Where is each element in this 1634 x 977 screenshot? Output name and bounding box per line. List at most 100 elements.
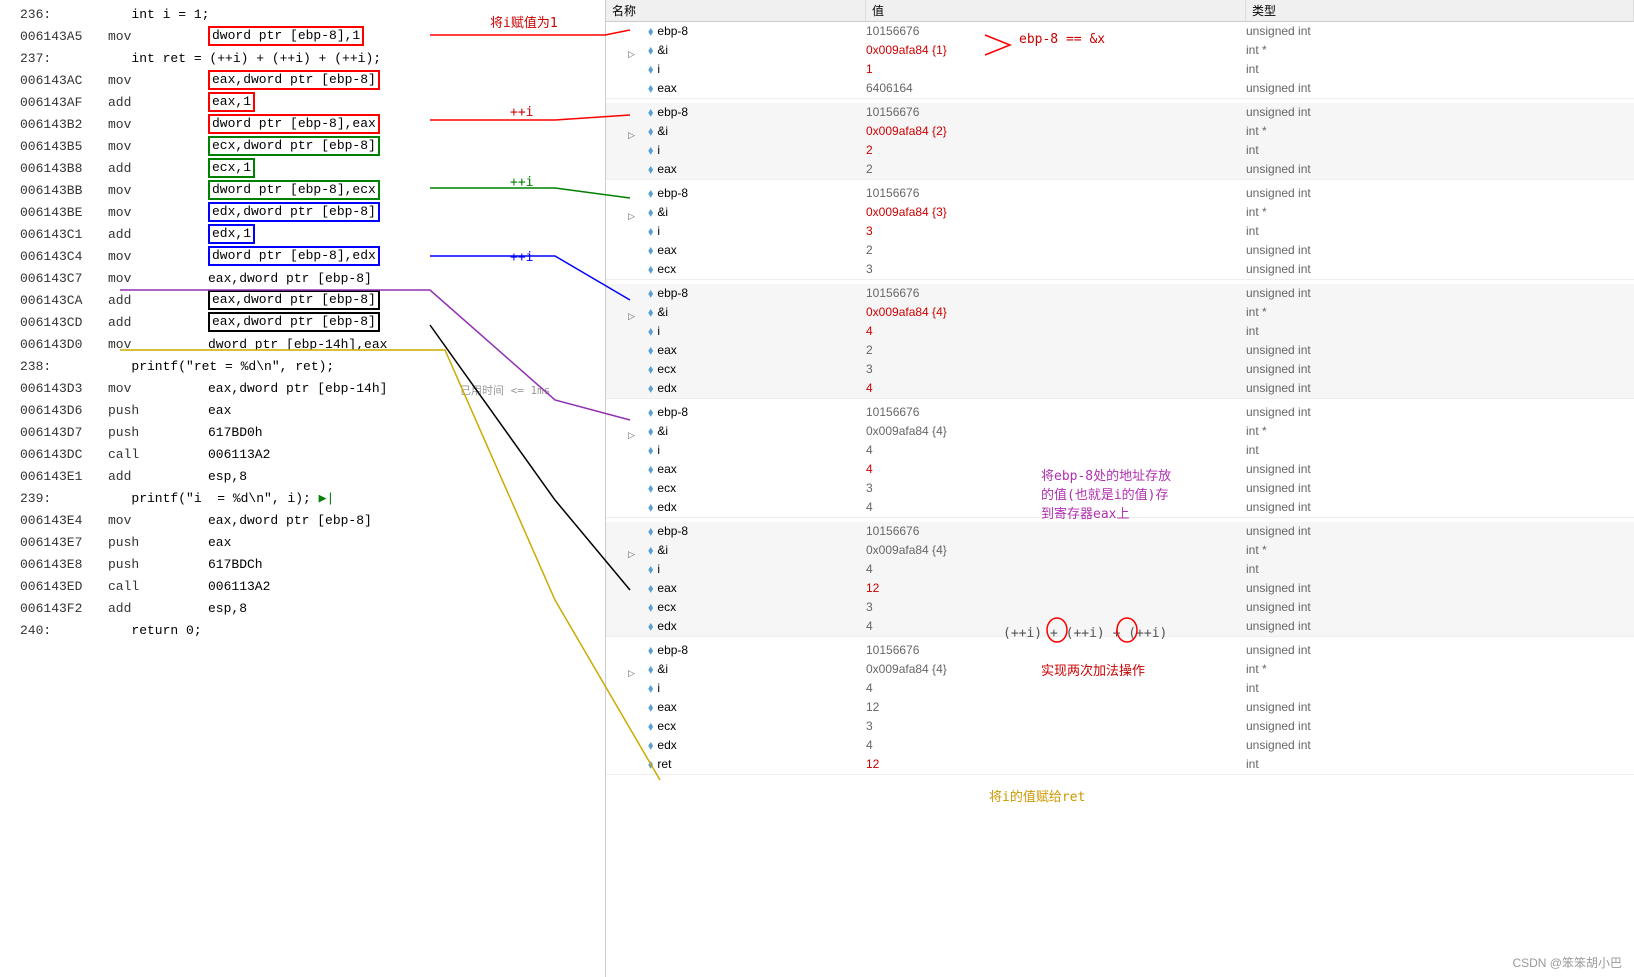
asm-line[interactable]: 006143F2 addesp,8	[20, 598, 605, 620]
watch-row[interactable]: ⬧edx4unsigned int	[606, 736, 1634, 755]
asm-line[interactable]: 006143CA addeax,dword ptr [ebp-8]	[20, 290, 605, 312]
addr: 006143E4	[20, 510, 108, 532]
watch-row[interactable]: ⬧eax2unsigned int	[606, 160, 1634, 179]
operands: esp,8	[208, 466, 247, 488]
variable-icon: ⬧	[648, 324, 653, 338]
operands: edx,1	[208, 224, 255, 244]
operands: ecx,dword ptr [ebp-8]	[208, 136, 380, 156]
operands: 006113A2	[208, 444, 270, 466]
watch-row[interactable]: ⬧i4int	[606, 560, 1634, 579]
watch-row[interactable]: ⬧ecx3unsigned int	[606, 260, 1634, 279]
source-line[interactable]: 237: int ret = (++i) + (++i) + (++i);	[20, 48, 605, 70]
operands: eax	[208, 400, 231, 422]
watch-row[interactable]: ⬧ret12int	[606, 755, 1634, 774]
watch-row[interactable]: ⬧i2int	[606, 141, 1634, 160]
watch-value: 4	[866, 736, 1246, 755]
watch-row[interactable]: ⬧ebp-810156676unsigned int	[606, 403, 1634, 422]
asm-line[interactable]: 006143D6 pusheax	[20, 400, 605, 422]
watch-row[interactable]: ⬧ecx3unsigned int	[606, 598, 1634, 617]
watch-row[interactable]: ▷⬧&i0x009afa84 {4}int *	[606, 422, 1634, 441]
watch-value: 4	[866, 322, 1246, 341]
src-text: int i = 1;	[108, 4, 209, 26]
watch-row[interactable]: ⬧i4int	[606, 441, 1634, 460]
operands: eax,dword ptr [ebp-8]	[208, 70, 380, 90]
watermark: CSDN @笨笨胡小巴	[1512, 954, 1622, 971]
watch-row[interactable]: ⬧ebp-810156676unsigned int	[606, 284, 1634, 303]
variable-icon: ⬧	[648, 81, 653, 95]
addr: 006143D3	[20, 378, 108, 400]
watch-name: ▷⬧&i	[606, 203, 866, 222]
asm-line[interactable]: 006143AC moveax,dword ptr [ebp-8]	[20, 70, 605, 92]
asm-line[interactable]: 006143E1 addesp,8	[20, 466, 605, 488]
watch-name: ⬧edx	[606, 498, 866, 517]
addr: 236:	[20, 4, 108, 26]
col-type-header[interactable]: 类型	[1246, 0, 1634, 21]
watch-row[interactable]: ▷⬧&i0x009afa84 {1}int *	[606, 41, 1634, 60]
watch-group: ⬧ebp-810156676unsigned int▷⬧&i0x009afa84…	[606, 103, 1634, 180]
asm-line[interactable]: 006143B5 movecx,dword ptr [ebp-8]	[20, 136, 605, 158]
watch-row[interactable]: ⬧eax2unsigned int	[606, 241, 1634, 260]
source-line[interactable]: 238: printf("ret = %d\n", ret);	[20, 356, 605, 378]
watch-row[interactable]: ▷⬧&i0x009afa84 {2}int *	[606, 122, 1634, 141]
watch-row[interactable]: ⬧i3int	[606, 222, 1634, 241]
watch-name: ▷⬧&i	[606, 303, 866, 322]
asm-line[interactable]: 006143BE movedx,dword ptr [ebp-8]	[20, 202, 605, 224]
watch-type: unsigned int	[1246, 522, 1634, 541]
addr: 006143D7	[20, 422, 108, 444]
variable-icon: ⬧	[648, 43, 653, 57]
watch-name: ▷⬧&i	[606, 660, 866, 679]
watch-row[interactable]: ⬧ebp-810156676unsigned int	[606, 641, 1634, 660]
watch-row[interactable]: ⬧ecx3unsigned int	[606, 360, 1634, 379]
variable-icon: ⬧	[648, 719, 653, 733]
source-line[interactable]: 239: printf("i = %d\n", i); ▶|	[20, 488, 605, 510]
watch-row[interactable]: ⬧eax2unsigned int	[606, 341, 1634, 360]
addr: 006143D0	[20, 334, 108, 356]
asm-line[interactable]: 006143E8 push617BDCh	[20, 554, 605, 576]
watch-row[interactable]: ⬧edx4unsigned int	[606, 379, 1634, 398]
opcode: add	[108, 92, 208, 114]
asm-line[interactable]: 006143C7 moveax,dword ptr [ebp-8]	[20, 268, 605, 290]
opcode: mov	[108, 202, 208, 224]
watch-type: unsigned int	[1246, 241, 1634, 260]
variable-icon: ⬧	[648, 381, 653, 395]
col-val-header[interactable]: 值	[866, 0, 1246, 21]
watch-name: ⬧eax	[606, 460, 866, 479]
asm-line[interactable]: 006143E7 pusheax	[20, 532, 605, 554]
source-line[interactable]: 240: return 0;	[20, 620, 605, 642]
watch-row[interactable]: ⬧ebp-810156676unsigned int	[606, 522, 1634, 541]
watch-type: unsigned int	[1246, 260, 1634, 279]
asm-line[interactable]: 006143ED call006113A2	[20, 576, 605, 598]
watch-row[interactable]: ▷⬧&i0x009afa84 {4}int *	[606, 541, 1634, 560]
watch-row[interactable]: ⬧i1int	[606, 60, 1634, 79]
operands: eax,dword ptr [ebp-14h]	[208, 378, 387, 400]
watch-row[interactable]: ⬧ebp-810156676unsigned int	[606, 184, 1634, 203]
asm-line[interactable]: 006143D0 movdword ptr [ebp-14h],eax	[20, 334, 605, 356]
watch-row[interactable]: ⬧i4int	[606, 679, 1634, 698]
asm-line[interactable]: 006143E4 moveax,dword ptr [ebp-8]	[20, 510, 605, 532]
watch-row[interactable]: ⬧ebp-810156676unsigned int	[606, 22, 1634, 41]
variable-icon: ⬧	[648, 162, 653, 176]
watch-row[interactable]: ⬧eax6406164unsigned int	[606, 79, 1634, 98]
watch-row[interactable]: ⬧eax12unsigned int	[606, 579, 1634, 598]
watch-name: ⬧ecx	[606, 598, 866, 617]
watch-row[interactable]: ⬧i4int	[606, 322, 1634, 341]
asm-line[interactable]: 006143CD addeax,dword ptr [ebp-8]	[20, 312, 605, 334]
variable-icon: ⬧	[648, 481, 653, 495]
watch-row[interactable]: ▷⬧&i0x009afa84 {4}int *	[606, 303, 1634, 322]
asm-line[interactable]: 006143DC call006113A2	[20, 444, 605, 466]
watch-name: ▷⬧&i	[606, 541, 866, 560]
watch-type: int *	[1246, 541, 1634, 560]
col-name-header[interactable]: 名称	[606, 0, 866, 21]
asm-line[interactable]: 006143D7 push617BD0h	[20, 422, 605, 444]
watch-value: 0x009afa84 {4}	[866, 541, 1246, 560]
variable-icon: ⬧	[648, 681, 653, 695]
watch-row[interactable]: ⬧eax12unsigned int	[606, 698, 1634, 717]
asm-line[interactable]: 006143C1 addedx,1	[20, 224, 605, 246]
watch-type: int	[1246, 141, 1634, 160]
watch-row[interactable]: ⬧ecx3unsigned int	[606, 717, 1634, 736]
watch-row[interactable]: ▷⬧&i0x009afa84 {3}int *	[606, 203, 1634, 222]
watch-row[interactable]: ⬧ebp-810156676unsigned int	[606, 103, 1634, 122]
watch-value: 10156676	[866, 184, 1246, 203]
variable-icon: ⬧	[648, 543, 653, 557]
watch-group: ⬧ebp-810156676unsigned int▷⬧&i0x009afa84…	[606, 284, 1634, 399]
